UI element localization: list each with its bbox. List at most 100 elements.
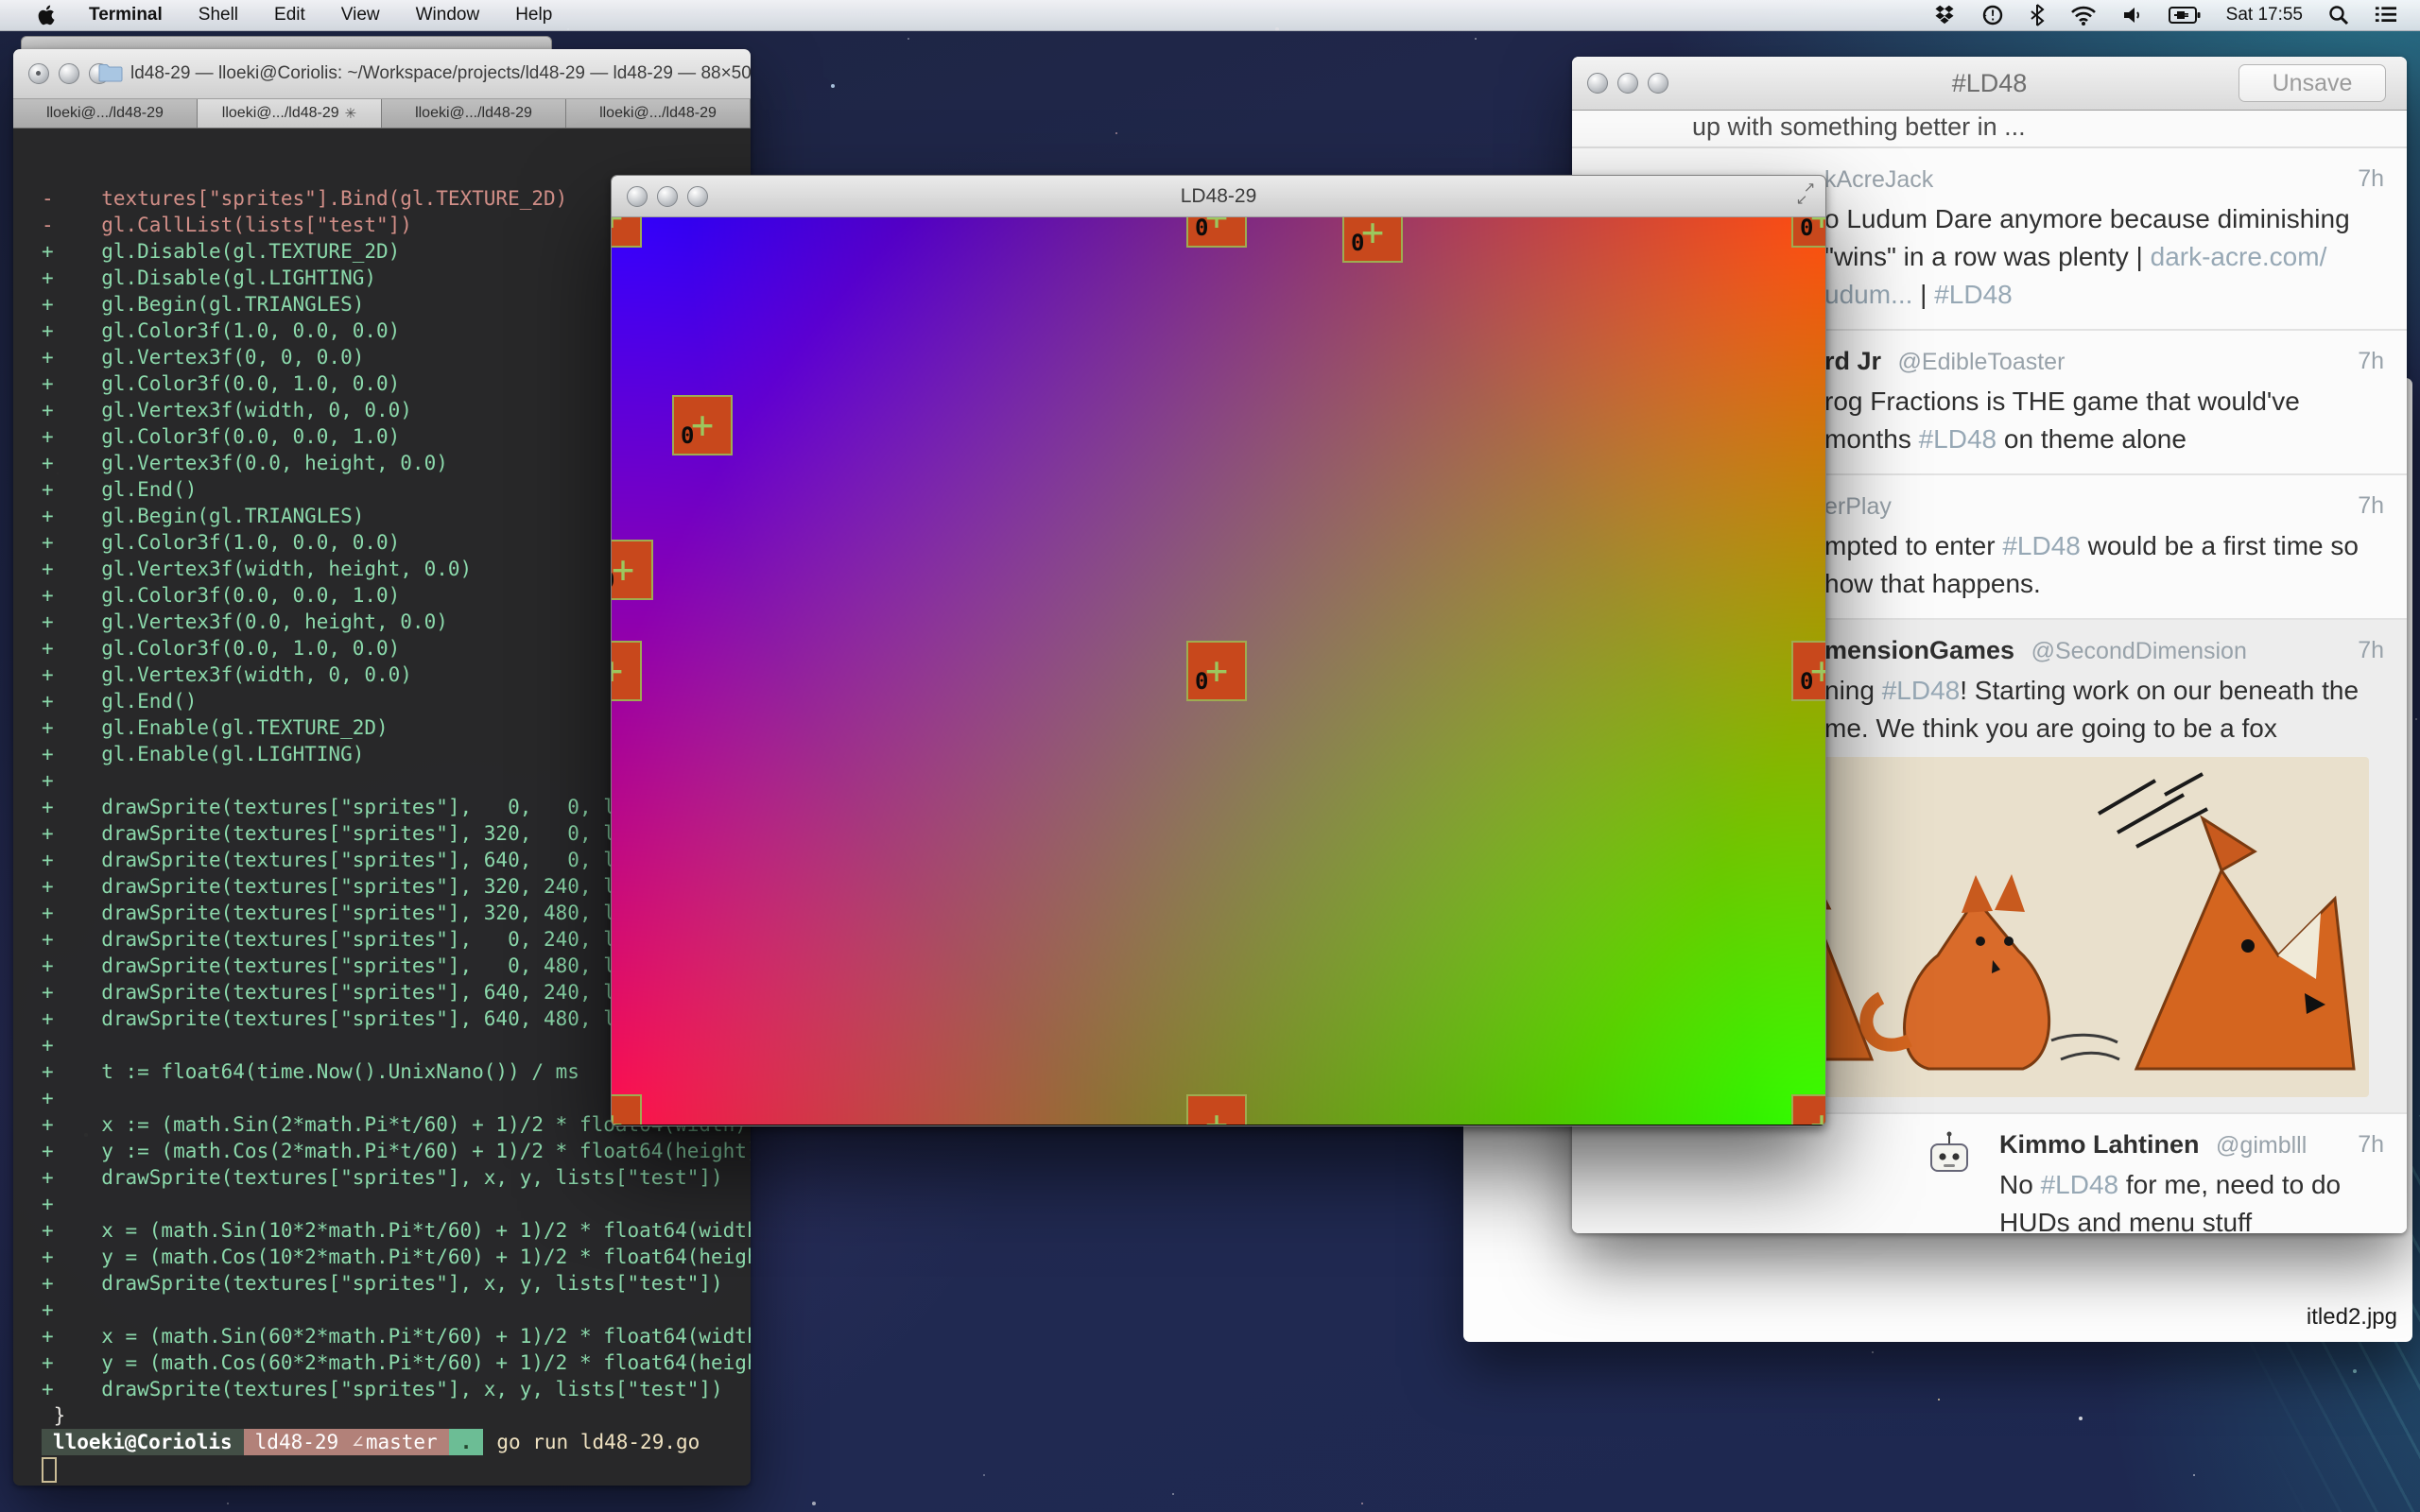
time-machine-icon[interactable] — [1981, 4, 2004, 26]
terminal-line: + — [42, 1297, 751, 1323]
zoom-button[interactable] — [89, 63, 110, 84]
tweet-timestamp: 7h — [2358, 490, 2384, 521]
game-sprite: + 0 — [1186, 1094, 1247, 1125]
fullscreen-icon[interactable]: ↗↙ — [1795, 181, 1816, 206]
game-window: LD48-29 ↗↙ + 0 + 0 + 0 + 0 + — [611, 175, 1826, 1126]
tweet-timestamp: 7h — [2358, 635, 2384, 665]
game-title-bar[interactable]: LD48-29 ↗↙ — [612, 176, 1825, 217]
game-sprite: + 0 — [1186, 641, 1247, 701]
terminal-tab[interactable]: lloeki@.../ld48-29✳ — [13, 99, 198, 128]
terminal-line: + y = (math.Cos(10*2*math.Pi*t/60) + 1)/… — [42, 1244, 751, 1270]
twitter-title-bar[interactable]: #LD48 Unsave — [1572, 57, 2407, 111]
tweet-author-handle[interactable]: @gimblll — [2216, 1132, 2307, 1159]
tweet-timestamp: 7h — [2358, 346, 2384, 376]
terminal-title-bar[interactable]: ld48-29 — lloeki@Coriolis: ~/Workspace/p… — [13, 49, 751, 99]
tweet-text: mpted to enter #LD48 would be a first ti… — [1824, 527, 2407, 603]
close-button[interactable] — [1587, 73, 1608, 94]
close-button[interactable] — [28, 63, 49, 84]
terminal-line: + x = (math.Sin(10*2*math.Pi*t/60) + 1)/… — [42, 1217, 751, 1244]
menu-item[interactable]: Edit — [274, 5, 305, 26]
apple-menu-icon[interactable] — [38, 4, 57, 26]
minimize-button[interactable] — [657, 186, 678, 207]
prompt-status-segment: . — [449, 1429, 484, 1455]
sprite-label: 0 — [1195, 217, 1208, 241]
terminal-line: } — [42, 1402, 751, 1429]
desktop: Terminal Shell Edit View Window Help — [0, 0, 2420, 1512]
dropbox-icon[interactable] — [1933, 5, 1956, 26]
tweet-fragment: up with something better in ... — [1572, 111, 2407, 148]
crosshair-icon: + — [612, 1094, 642, 1125]
crosshair-icon: + — [1791, 1094, 1825, 1125]
tweet-timestamp: 7h — [2358, 1129, 2384, 1160]
terminal-line: + drawSprite(textures["sprites"], x, y, … — [42, 1376, 751, 1402]
crosshair-icon: + — [612, 540, 653, 600]
sprite-label: 0 — [681, 422, 694, 449]
terminal-line: + x = (math.Sin(60*2*math.Pi*t/60) + 1)/… — [42, 1323, 751, 1349]
terminal-cursor[interactable] — [42, 1457, 57, 1483]
prompt-dir-branch-segment: ld48-29∠master — [244, 1429, 449, 1455]
tweet-author-handle[interactable]: @SecondDimension — [2031, 638, 2247, 664]
game-sprite: + 0 — [612, 540, 653, 600]
tab-activity-spinner-icon: ✳ — [345, 105, 357, 122]
terminal-tab-bar: lloeki@.../ld48-29✳ lloeki@.../ld48-29✳ … — [13, 99, 751, 129]
notification-center-icon[interactable] — [2375, 6, 2399, 25]
sprite-label: 0 — [1800, 668, 1813, 695]
tweet-author-name[interactable]: rd Jr — [1824, 347, 1881, 375]
tweet-author-name[interactable]: mensionGames — [1824, 636, 2014, 664]
crosshair-icon: + — [1186, 1094, 1247, 1125]
menu-item[interactable]: View — [341, 5, 380, 26]
game-sprite: + 0 — [612, 641, 642, 701]
tweet-text: No #LD48 for me, need to do HUDs and men… — [1999, 1166, 2407, 1233]
game-sprite: + 0 — [612, 217, 642, 248]
wifi-icon[interactable] — [2070, 5, 2097, 26]
sprite-label: 0 — [1195, 1122, 1208, 1125]
menu-item[interactable]: Help — [515, 5, 552, 26]
tweet-timestamp: 7h — [2358, 163, 2384, 194]
minimize-button[interactable] — [59, 63, 79, 84]
crosshair-icon: + — [612, 641, 642, 701]
minimize-button[interactable] — [1617, 73, 1638, 94]
tweet-author-handle[interactable]: erPlay — [1824, 493, 1892, 520]
menu-bar-clock[interactable]: Sat 17:55 — [2226, 5, 2303, 26]
terminal-line: + — [42, 1191, 751, 1217]
game-sprite: + 0 — [1791, 641, 1825, 701]
game-canvas[interactable]: + 0 + 0 + 0 + 0 + 0 + 0 + — [612, 217, 1825, 1125]
zoom-button[interactable] — [1648, 73, 1668, 94]
filename-label: itled2.jpg — [2307, 1304, 2397, 1331]
terminal-line: + drawSprite(textures["sprites"], x, y, … — [42, 1164, 751, 1191]
sprite-label: 0 — [1800, 217, 1813, 241]
bluetooth-icon[interactable] — [2030, 4, 2045, 26]
volume-icon[interactable] — [2122, 5, 2143, 26]
game-sprite: + 0 — [612, 1094, 642, 1125]
tweet-text: o Ludum Dare anymore because diminishing… — [1824, 200, 2407, 314]
tweet-author-handle[interactable]: kAcreJack — [1824, 166, 1933, 193]
battery-icon[interactable] — [2169, 6, 2201, 25]
shell-prompt: lloeki@Coriolisld48-29∠master.go run ld4… — [42, 1429, 751, 1455]
crosshair-icon: + — [612, 217, 642, 248]
terminal-tab[interactable]: lloeki@.../ld48-29✳ — [566, 99, 751, 128]
git-branch-icon: ∠ — [352, 1431, 364, 1453]
spotlight-icon[interactable] — [2328, 5, 2349, 26]
tweet-row[interactable]: Kimmo Lahtinen @gimblll 7h No #LD48 for … — [1572, 1114, 2407, 1233]
terminal-tab[interactable]: lloeki@.../ld48-29✳ — [382, 99, 566, 128]
menu-bar: Terminal Shell Edit View Window Help — [0, 0, 2420, 31]
typed-command[interactable]: go run ld48-29.go — [496, 1431, 700, 1453]
zoom-button[interactable] — [687, 186, 708, 207]
terminal-line: + y = (math.Cos(60*2*math.Pi*t/60) + 1)/… — [42, 1349, 751, 1376]
menu-item[interactable]: Shell — [199, 5, 238, 26]
menu-item-app[interactable]: Terminal — [89, 5, 163, 26]
tweet-author-name[interactable]: Kimmo Lahtinen — [1999, 1130, 2200, 1159]
tweet-author-handle[interactable]: @EdibleToaster — [1898, 349, 2066, 375]
game-sprite: + 0 — [672, 395, 733, 455]
game-sprite: + 0 — [1791, 217, 1825, 248]
menu-item[interactable]: Window — [416, 5, 480, 26]
close-button[interactable] — [627, 186, 648, 207]
game-sprite: + 0 — [1342, 217, 1403, 263]
unsave-button[interactable]: Unsave — [2238, 64, 2386, 102]
sprite-label: 0 — [1351, 230, 1364, 256]
terminal-tab[interactable]: lloeki@.../ld48-29✳ — [198, 99, 382, 128]
terminal-line: + drawSprite(textures["sprites"], x, y, … — [42, 1270, 751, 1297]
sprite-label: 0 — [612, 567, 614, 593]
sprite-label: 0 — [1195, 668, 1208, 695]
avatar[interactable] — [1919, 1127, 1979, 1188]
